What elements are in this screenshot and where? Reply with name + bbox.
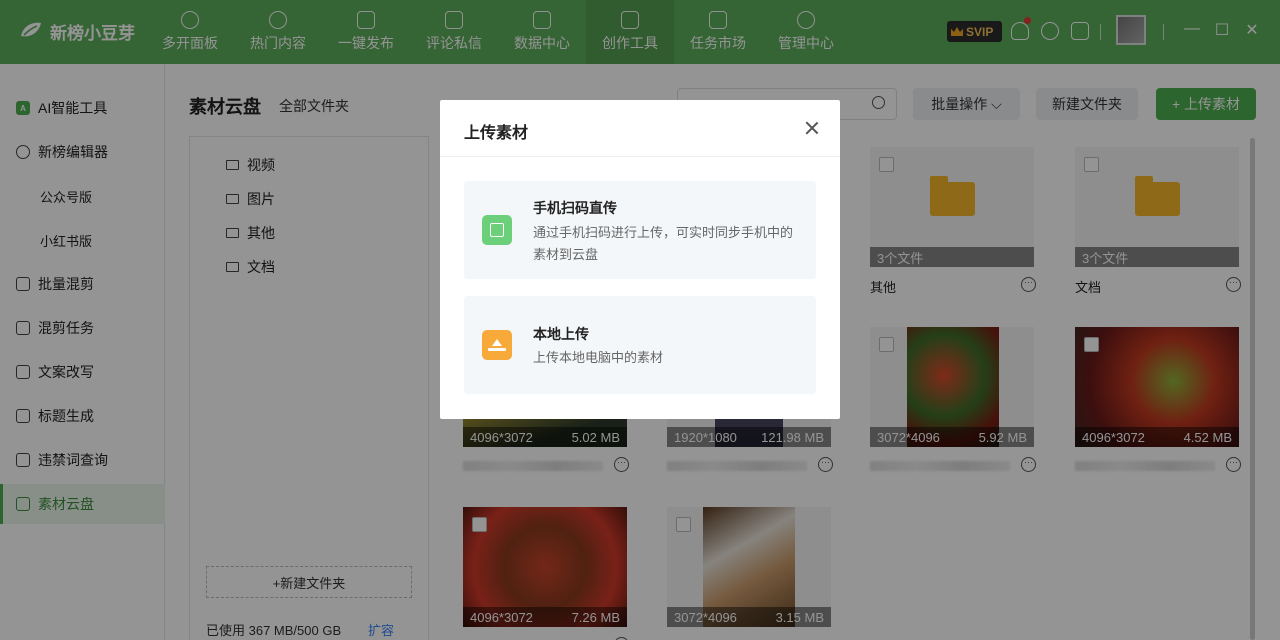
option-title: 手机扫码直传 [533,200,617,216]
upload-modal: 上传素材 手机扫码直传 通过手机扫码进行上传，可实时同步手机中的素材到云盘 本地… [440,100,840,419]
qr-scan-icon [482,215,512,245]
option-description: 上传本地电脑中的素材 [533,350,664,365]
close-icon[interactable] [803,119,821,137]
option-title: 本地上传 [533,326,589,342]
option-description: 通过手机扫码进行上传，可实时同步手机中的素材到云盘 [533,225,794,262]
scan-upload-option[interactable]: 手机扫码直传 通过手机扫码进行上传，可实时同步手机中的素材到云盘 [464,181,816,279]
upload-icon [482,330,512,360]
modal-title: 上传素材 [464,125,529,142]
local-upload-option[interactable]: 本地上传 上传本地电脑中的素材 [464,296,816,394]
modal-header: 上传素材 [440,100,840,157]
